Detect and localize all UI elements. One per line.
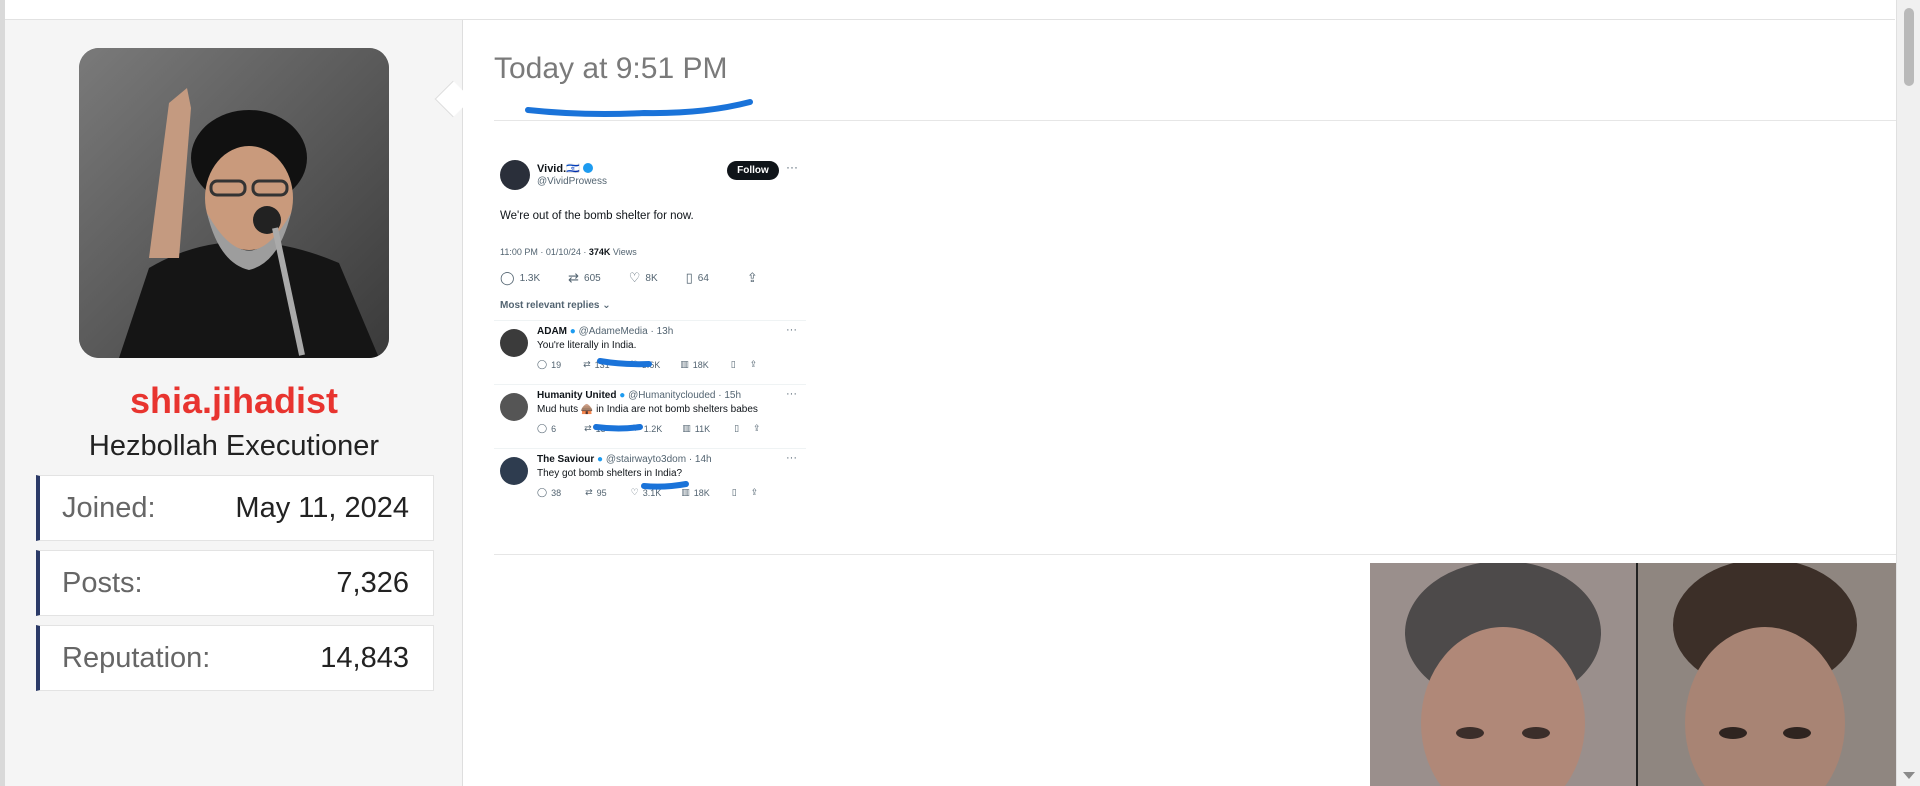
- stat-joined: Joined: May 11, 2024: [36, 475, 434, 541]
- stat-value: May 11, 2024: [235, 491, 409, 524]
- forum-post-view: shia.jihadist Hezbollah Executioner Join…: [0, 0, 1920, 786]
- stat-reputation: Reputation: 14,843: [36, 625, 434, 691]
- face-comparison-image[interactable]: [1370, 563, 1896, 786]
- annotation-underline: [525, 99, 753, 117]
- stat-value: 14,843: [320, 641, 409, 674]
- vertical-scrollbar[interactable]: [1896, 0, 1920, 786]
- avatar-image: [79, 48, 389, 358]
- stat-label: Posts:: [62, 566, 143, 599]
- annotation-underlines: [593, 358, 689, 490]
- post-date[interactable]: Today at 9:51 PM: [494, 52, 727, 86]
- user-panel: shia.jihadist Hezbollah Executioner Join…: [5, 20, 463, 786]
- stat-posts: Posts: 7,326: [36, 550, 434, 616]
- scrollbar-thumb[interactable]: [1904, 8, 1914, 86]
- scroll-down-arrow-icon[interactable]: [1903, 772, 1915, 779]
- divider: [494, 120, 1896, 121]
- divider: [494, 554, 1896, 555]
- face-images: [1370, 563, 1896, 786]
- top-bar: [5, 0, 1895, 20]
- user-title: Hezbollah Executioner: [88, 430, 380, 462]
- stat-value[interactable]: 7,326: [336, 567, 409, 600]
- stat-label: Joined:: [62, 491, 156, 524]
- avatar[interactable]: [79, 48, 389, 358]
- stat-label: Reputation:: [62, 641, 211, 674]
- username[interactable]: shia.jihadist: [5, 380, 463, 422]
